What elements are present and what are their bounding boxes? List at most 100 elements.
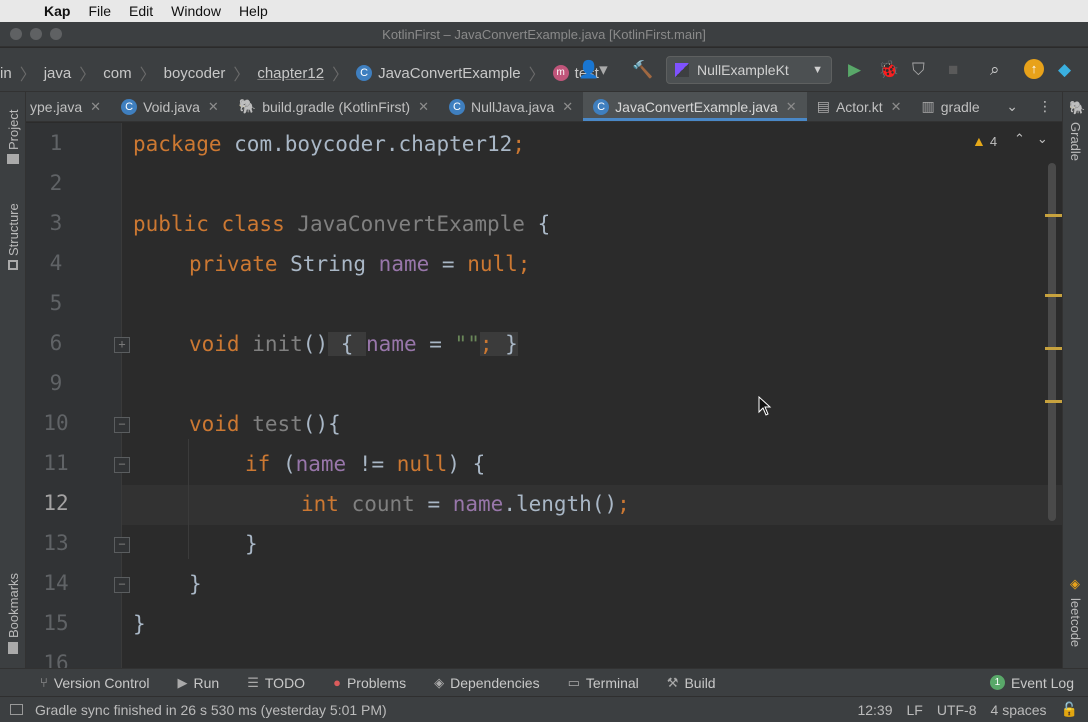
update-icon[interactable]: ↑	[1024, 59, 1044, 79]
code-line-14: }	[189, 572, 202, 596]
tab-label: gradle	[940, 98, 980, 115]
file-encoding[interactable]: UTF-8	[937, 702, 977, 718]
line-number: 16	[43, 651, 69, 668]
class-icon: C	[121, 98, 138, 115]
warning-marker[interactable]	[1045, 400, 1062, 403]
tool-leetcode[interactable]: leetcode	[1068, 598, 1083, 647]
menu-file[interactable]: File	[79, 3, 120, 19]
tool-dependencies[interactable]: ◈ Dependencies	[434, 675, 540, 691]
hammer-icon[interactable]: 🔨	[632, 60, 653, 80]
inspection-widget[interactable]: ▲ 4	[972, 133, 997, 149]
status-bar: Gradle sync finished in 26 s 530 ms (yes…	[0, 696, 1088, 722]
tool-label: Build	[684, 674, 716, 691]
warning-icon: ▲	[972, 133, 986, 149]
code-line-15: }	[133, 612, 146, 636]
warning-marker[interactable]	[1045, 294, 1062, 297]
tool-run[interactable]: ▶ Run	[178, 675, 220, 691]
run-icon[interactable]: ▶	[848, 60, 861, 80]
tool-label: Event Log	[1010, 674, 1074, 691]
menu-window[interactable]: Window	[162, 3, 230, 19]
line-number: 5	[49, 291, 63, 315]
warning-marker[interactable]	[1045, 347, 1062, 350]
tool-build[interactable]: ⚒ Build	[667, 675, 716, 691]
line-number: 11	[43, 451, 69, 475]
close-icon[interactable]: ✕	[208, 99, 219, 115]
line-number: 10	[43, 411, 69, 435]
search-icon[interactable]: ⌕	[990, 60, 1000, 80]
chevron-right-icon: 〉	[139, 67, 156, 84]
chevron-right-icon: 〉	[332, 67, 349, 84]
tab-build-gradle[interactable]: 🐘 build.gradle (KotlinFirst) ✕	[229, 92, 439, 121]
code-line-1: package com.boycoder.chapter12;	[133, 132, 525, 156]
menu-help[interactable]: Help	[230, 3, 277, 19]
line-number: 2	[49, 171, 63, 195]
minimize-window-button[interactable]	[30, 28, 42, 40]
breadcrumb-item[interactable]: boycoder	[164, 65, 226, 82]
user-icon[interactable]: 👤▾	[578, 60, 608, 80]
kotlin-file-icon: ▤	[816, 98, 830, 114]
menu-edit[interactable]: Edit	[120, 3, 162, 19]
close-icon[interactable]: ✕	[562, 99, 573, 115]
close-icon[interactable]: ✕	[418, 99, 429, 115]
tab-javaconvertexample[interactable]: C JavaConvertExample.java ✕	[583, 92, 807, 121]
tool-label: Dependencies	[450, 674, 540, 691]
panel-toggle-icon[interactable]	[10, 704, 23, 715]
tab-nulljava[interactable]: C NullJava.java ✕	[439, 92, 583, 121]
close-icon[interactable]: ✕	[90, 99, 101, 115]
fold-collapse-icon[interactable]: −	[114, 457, 130, 473]
tool-bookmarks[interactable]: Bookmarks	[6, 573, 21, 638]
fold-expand-icon[interactable]: +	[114, 337, 130, 353]
breadcrumb-item[interactable]: JavaConvertExample	[378, 65, 521, 82]
line-number: 13	[43, 531, 69, 555]
tool-gradle[interactable]: Gradle	[1068, 122, 1083, 161]
tab-actor-kt[interactable]: ▤ Actor.kt ✕	[807, 92, 912, 121]
line-separator[interactable]: LF	[907, 702, 923, 718]
chevron-up-icon[interactable]: ⌃	[1014, 131, 1037, 146]
zoom-window-button[interactable]	[50, 28, 62, 40]
close-window-button[interactable]	[10, 28, 22, 40]
debug-icon[interactable]: 🐞	[878, 60, 899, 80]
breadcrumb-item[interactable]: chapter12	[257, 65, 324, 82]
warning-marker[interactable]	[1045, 214, 1062, 217]
more-vertical-icon: ⋮	[1038, 98, 1052, 114]
tool-problems[interactable]: ● Problems	[333, 675, 406, 691]
tool-version-control[interactable]: ⑂ Version Control	[40, 675, 150, 691]
fold-end-icon[interactable]: −	[114, 537, 130, 553]
caret-position[interactable]: 12:39	[857, 702, 892, 718]
tool-label: Run	[193, 674, 220, 691]
fold-collapse-icon[interactable]: −	[114, 417, 130, 433]
fold-end-icon[interactable]: −	[114, 577, 130, 593]
chevron-down-icon[interactable]: ⌄	[1037, 131, 1060, 146]
run-configuration-select[interactable]: NullExampleKt ▼	[666, 56, 832, 84]
indent-setting[interactable]: 4 spaces	[991, 702, 1047, 718]
tab-menu[interactable]: ⋮	[1028, 92, 1062, 121]
plugin-icon[interactable]: ◆	[1058, 60, 1071, 80]
stop-icon[interactable]: ■	[948, 60, 958, 80]
code-editor[interactable]: 1 2 3 4 5 6 9 10 11 12 13 14 15 16 + − −…	[26, 123, 1062, 668]
breadcrumb-item[interactable]: java	[44, 65, 72, 82]
tab-type-java[interactable]: ype.java ✕	[26, 92, 111, 121]
line-number: 1	[49, 131, 63, 155]
tab-gradle[interactable]: ▥ gradle	[912, 92, 990, 121]
tab-void-java[interactable]: C Void.java ✕	[111, 92, 229, 121]
close-icon[interactable]: ✕	[786, 99, 797, 115]
tool-todo[interactable]: ☰ TODO	[247, 675, 305, 691]
tool-project[interactable]: Project	[6, 110, 21, 150]
coverage-icon[interactable]: ⛉	[912, 60, 925, 80]
lock-icon[interactable]: 🔓	[1061, 701, 1078, 718]
tool-structure[interactable]: Structure	[6, 203, 21, 256]
layers-icon: ◈	[434, 674, 445, 690]
menu-app[interactable]: Kap	[40, 3, 79, 19]
chevron-down-icon: ▼	[812, 64, 823, 76]
tab-label: Void.java	[143, 98, 200, 115]
tab-overflow[interactable]: ⌄	[996, 92, 1028, 121]
tool-terminal[interactable]: ▭ Terminal	[568, 675, 639, 691]
tool-event-log[interactable]: 1 Event Log	[989, 674, 1074, 691]
close-icon[interactable]: ✕	[891, 99, 902, 115]
breadcrumb-item[interactable]: com	[103, 65, 131, 82]
status-message[interactable]: Gradle sync finished in 26 s 530 ms (yes…	[35, 702, 387, 718]
gutter: 1 2 3 4 5 6 9 10 11 12 13 14 15 16	[26, 123, 122, 668]
code-line-10: void test(){	[189, 412, 341, 436]
breadcrumb-item[interactable]: in	[0, 65, 12, 82]
line-number: 4	[49, 251, 63, 275]
